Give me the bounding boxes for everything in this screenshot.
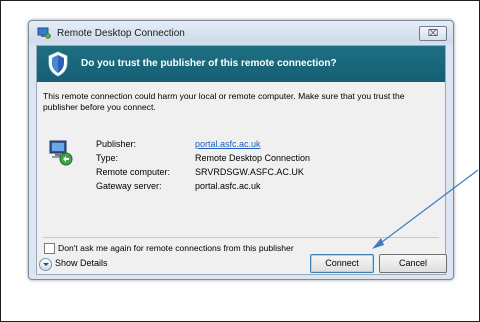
rdc-app-icon [37,27,51,39]
dont-ask-again-label[interactable]: Don't ask me again for remote connection… [58,243,294,253]
dialog-body: Do you trust the publisher of this remot… [36,45,446,275]
gateway-value: portal.asfc.ac.uk [195,181,261,191]
remote-computer-icon [49,140,73,166]
trust-banner: Do you trust the publisher of this remot… [37,46,445,82]
window-title: Remote Desktop Connection [57,28,185,39]
chevron-down-icon[interactable] [39,258,52,271]
divider [43,237,439,238]
type-value: Remote Desktop Connection [195,153,311,163]
connect-button[interactable]: Connect [310,254,374,273]
publisher-link[interactable]: portal.asfc.ac.uk [195,139,261,149]
trust-question: Do you trust the publisher of this remot… [81,58,337,69]
shield-icon [48,51,68,77]
cancel-button[interactable]: Cancel [379,254,447,273]
dont-ask-again-checkbox[interactable] [44,243,55,254]
type-label: Type: [96,153,119,163]
publisher-label: Publisher: [96,139,137,149]
rdc-trust-dialog: Remote Desktop Connection ⌧ Do you trust… [28,20,454,280]
close-button[interactable]: ⌧ [419,26,447,41]
remote-computer-value: SRVRDSGW.ASFC.AC.UK [195,167,304,177]
warning-text: This remote connection could harm your l… [43,91,405,112]
title-bar: Remote Desktop Connection ⌧ [29,21,453,45]
remote-computer-label: Remote computer: [96,167,171,177]
gateway-label: Gateway server: [96,181,162,191]
show-details-label[interactable]: Show Details [55,258,108,268]
